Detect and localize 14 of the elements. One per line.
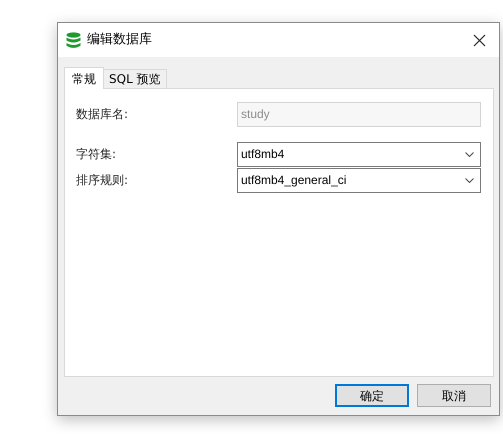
dialog-button[interactable]: 确定 [335, 384, 409, 407]
chevron-down-icon [465, 178, 474, 182]
dialog-button[interactable]: 取消 [417, 384, 491, 407]
field-label: 字符集: [76, 146, 118, 163]
tab[interactable]: 常规 [64, 67, 104, 89]
field-label: 数据库名: [76, 106, 130, 123]
database-icon [66, 32, 81, 48]
tab[interactable]: SQL 预览 [104, 69, 167, 88]
close-icon [472, 34, 486, 46]
dropdown[interactable]: utf8mb4 [237, 142, 481, 166]
field-label: 排序规则: [76, 172, 130, 189]
window-title: 编辑数据库 [87, 31, 152, 50]
chevron-down-icon [465, 152, 474, 156]
dropdown[interactable]: utf8mb4_general_ci [237, 168, 481, 192]
